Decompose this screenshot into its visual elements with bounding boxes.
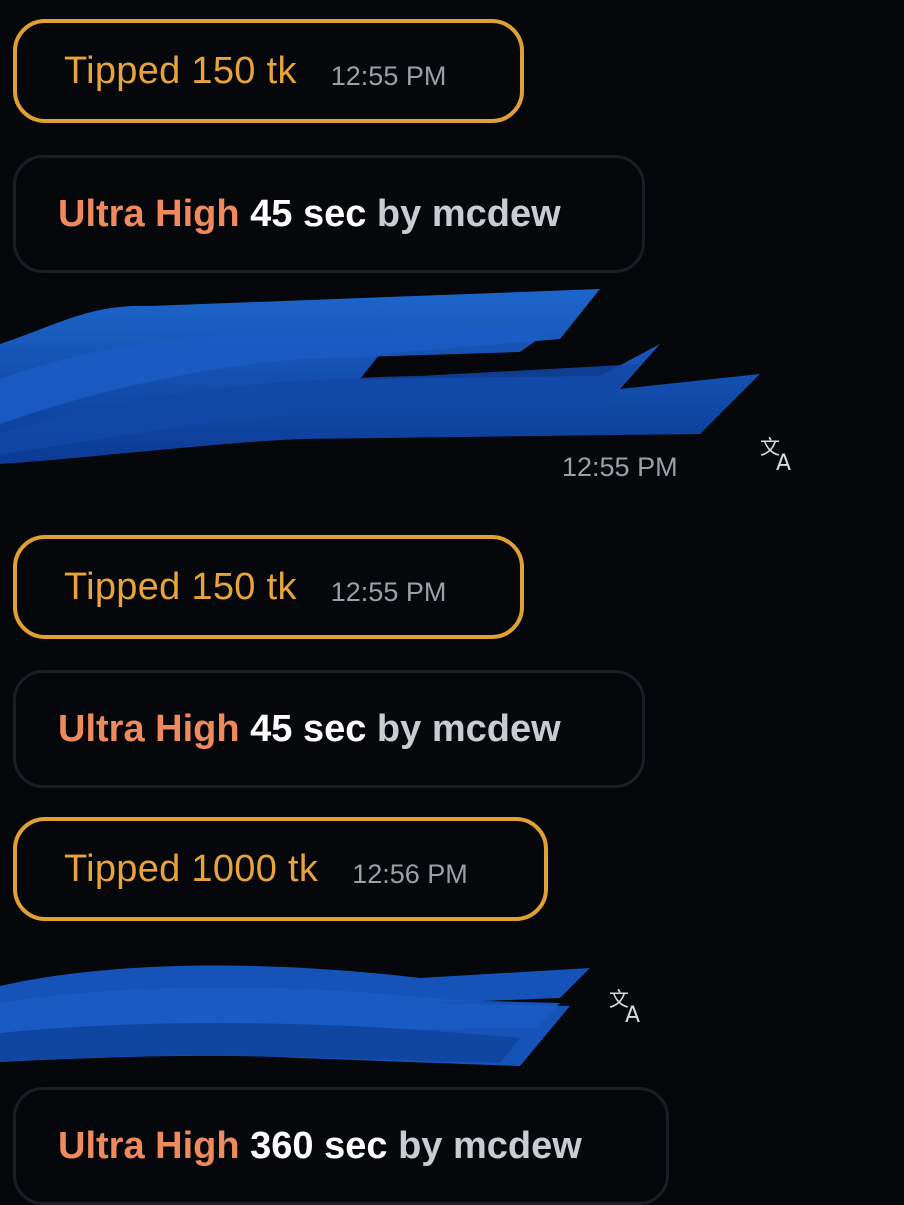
tip-message: Tipped 1000 tk 12:56 PM [13,817,548,921]
svg-text:A: A [625,1003,640,1026]
level-label: Ultra High [58,1124,240,1167]
tip-text: Tipped 150 tk [64,49,297,92]
author-label: by mcdew [376,192,561,235]
duration-label: 360 sec [250,1124,388,1167]
tip-text: Tipped 150 tk [64,565,297,608]
tip-message: Tipped 150 tk 12:55 PM [13,19,524,123]
author-label: by mcdew [376,707,561,750]
redaction-scribble [0,289,760,464]
message-timestamp: 12:55 PM [330,60,447,91]
author-label: by mcdew [398,1124,582,1167]
message-timestamp: 12:55 PM [562,452,678,482]
tip-text: Tipped 1000 tk [64,847,319,890]
setting-message: Ultra High 45 sec by mcdew [13,670,645,788]
svg-text:A: A [776,451,791,474]
tip-message: Tipped 150 tk 12:55 PM [13,535,524,639]
duration-label: 45 sec [250,192,367,235]
translate-icon[interactable]: 文 A [760,434,800,474]
message-timestamp: 12:55 PM [330,576,447,607]
message-timestamp: 12:56 PM [352,858,468,889]
duration-label: 45 sec [250,707,367,750]
level-label: Ultra High [58,192,240,235]
setting-message: Ultra High 45 sec by mcdew [13,155,645,273]
setting-message: Ultra High 360 sec by mcdew [13,1087,669,1205]
level-label: Ultra High [58,707,240,750]
redaction-scribble [0,965,590,1066]
translate-icon[interactable]: 文 A [609,986,649,1026]
